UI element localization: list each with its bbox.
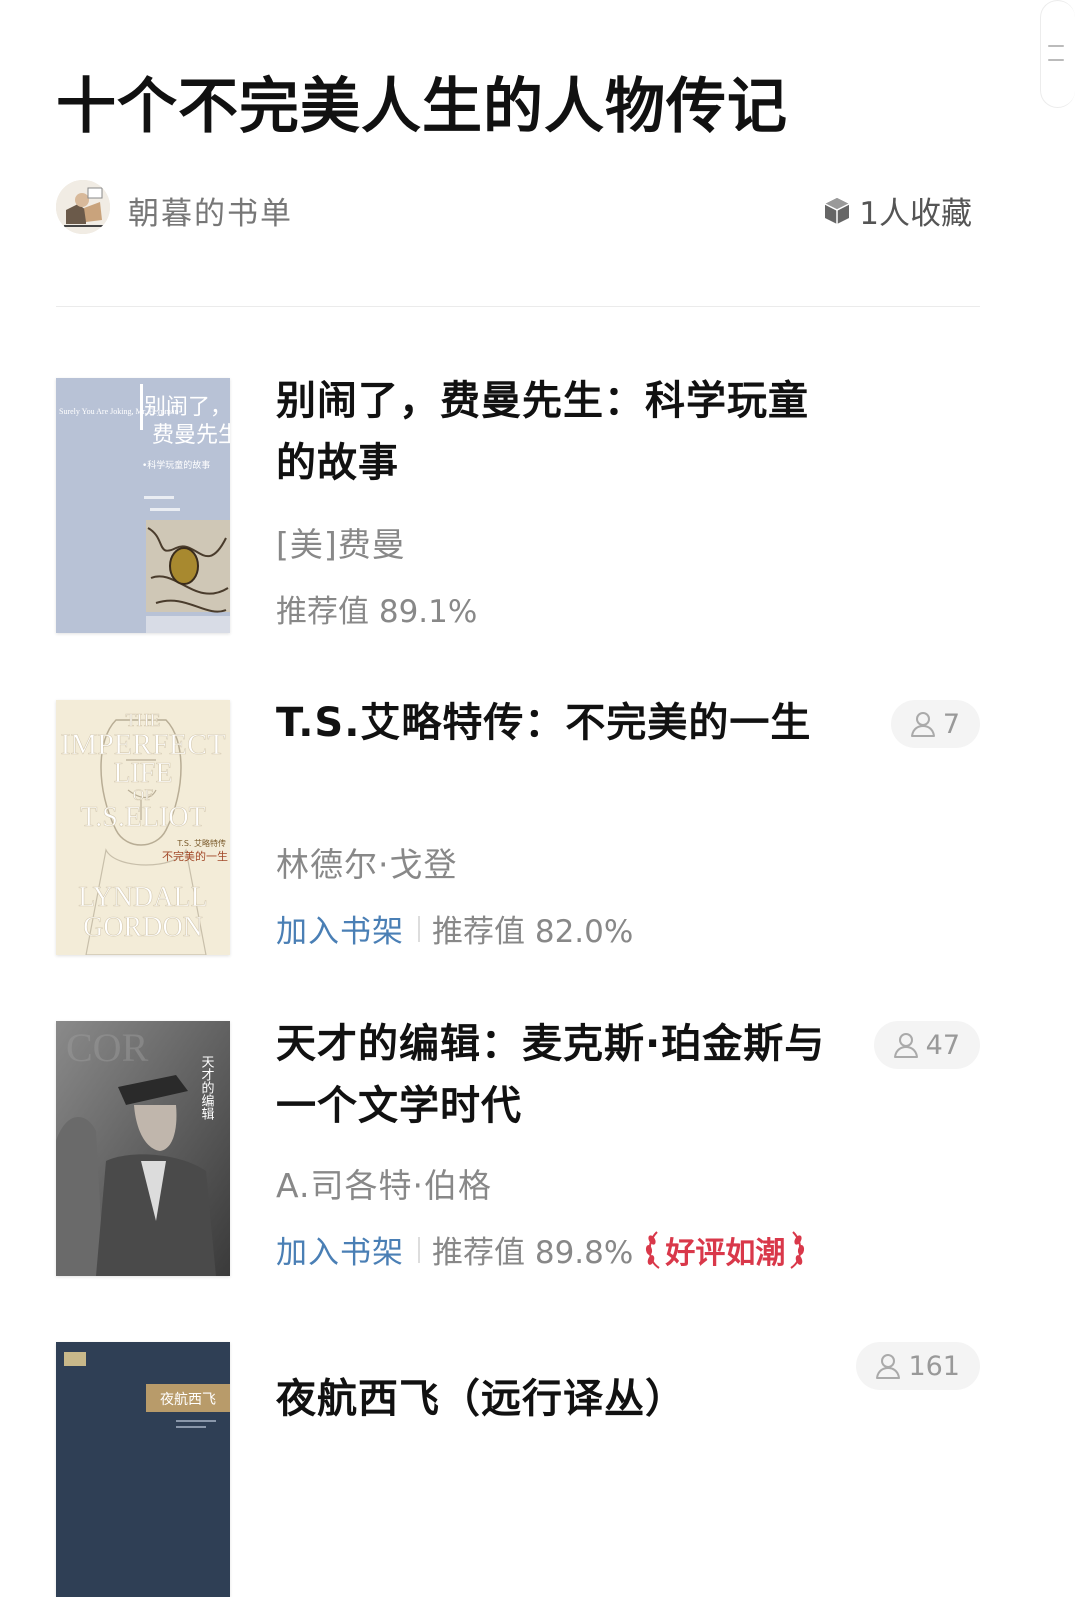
- book-meta: 加入书架 推荐值 89.8% 好评如潮: [276, 1227, 807, 1272]
- svg-text:COR: COR: [66, 1025, 149, 1070]
- rating-badge: 好评如潮: [643, 1228, 807, 1272]
- book-meta: 加入书架 推荐值 82.0%: [276, 906, 633, 951]
- reader-count: 7: [942, 708, 960, 740]
- book-cover[interactable]: THE IMPERFECT LIFE OF T.S.ELIOT T.S. 艾略特…: [56, 700, 230, 955]
- cover-cn-title: 夜航西飞: [160, 1392, 216, 1408]
- book-title[interactable]: 别闹了，费曼先生：科学玩童的故事: [276, 370, 836, 494]
- add-to-shelf-button[interactable]: 加入书架: [276, 1227, 404, 1272]
- divider: [56, 306, 980, 307]
- book-cover[interactable]: 夜航西飞: [56, 1342, 230, 1597]
- add-to-shelf-button[interactable]: 加入书架: [276, 906, 404, 951]
- cover-text: T.S. 艾略特传: [176, 838, 226, 848]
- menu-handle[interactable]: [1040, 0, 1075, 108]
- reader-count: 161: [908, 1350, 960, 1382]
- cover-subtitle: •科学玩童的故事: [142, 459, 210, 471]
- book-title[interactable]: T.S.艾略特传：不完美的一生: [276, 692, 836, 754]
- separator: [418, 1236, 420, 1263]
- list-owner-name[interactable]: 朝暮的书单: [128, 188, 293, 233]
- book-author: A.司各特·伯格: [276, 1166, 492, 1205]
- reader-count-badge[interactable]: 161: [856, 1342, 980, 1390]
- book-item[interactable]: Surely You Are Joking, Mr. Feynman 别闹了， …: [56, 378, 980, 634]
- cover-cn-title: 天才的编辑: [199, 1055, 215, 1120]
- person-icon: [876, 1354, 901, 1379]
- laurel-right-icon: [790, 1230, 805, 1269]
- cover-text: T.S.ELIOT: [80, 802, 205, 833]
- book-item[interactable]: THE IMPERFECT LIFE OF T.S.ELIOT T.S. 艾略特…: [56, 700, 980, 956]
- avatar[interactable]: [56, 180, 110, 234]
- book-item[interactable]: 夜航西飞 夜航西飞（远行译丛） 161: [56, 1342, 980, 1597]
- cover-cn-title: 别闹了，: [144, 395, 230, 420]
- person-icon: [910, 712, 935, 737]
- recommend-rate: 推荐值 89.1%: [276, 594, 478, 630]
- cover-text: LYNDALL: [78, 882, 207, 913]
- book-cover[interactable]: Surely You Are Joking, Mr. Feynman 别闹了， …: [56, 378, 230, 633]
- book-title[interactable]: 天才的编辑：麦克斯·珀金斯与一个文学时代: [276, 1013, 836, 1137]
- person-icon: [893, 1033, 918, 1058]
- rating-badge-label: 好评如潮: [665, 1235, 786, 1271]
- cover-text: GORDON: [83, 912, 203, 943]
- cover-text: LIFE: [113, 758, 172, 789]
- page-title: 十个不完美人生的人物传记: [56, 72, 788, 142]
- book-title[interactable]: 夜航西飞（远行译丛）: [276, 1368, 836, 1430]
- favorite-count: 1人收藏: [859, 196, 972, 232]
- book-author: 林德尔·戈登: [276, 845, 458, 884]
- book-item[interactable]: COR 天才的编辑 天才的编辑：麦克斯·珀金斯与一个文学时代 A.司各特·伯格 …: [56, 1021, 980, 1277]
- book-cover[interactable]: COR 天才的编辑: [56, 1021, 230, 1276]
- recommend-rate: 推荐值 89.8%: [432, 1235, 634, 1271]
- book-meta: 推荐值 89.1%: [276, 586, 477, 631]
- recommend-rate: 推荐值 82.0%: [432, 914, 634, 950]
- booklist-meta: 朝暮的书单 1人收藏: [56, 180, 980, 238]
- cover-text: 不完美的一生: [162, 849, 228, 863]
- cover-text: THE: [126, 710, 161, 730]
- reader-count-badge[interactable]: 47: [873, 1021, 980, 1069]
- book-author: [美]费曼: [276, 525, 406, 564]
- reader-count-badge[interactable]: 7: [890, 700, 980, 748]
- reader-count: 47: [925, 1029, 960, 1061]
- cube-icon: [824, 197, 850, 224]
- cover-cn-title: 费曼先生: [152, 423, 230, 448]
- separator: [418, 915, 420, 942]
- laurel-left-icon: [646, 1230, 660, 1269]
- favorite-button[interactable]: 1人收藏: [823, 188, 972, 233]
- cover-text: IMPERFECT: [60, 728, 225, 761]
